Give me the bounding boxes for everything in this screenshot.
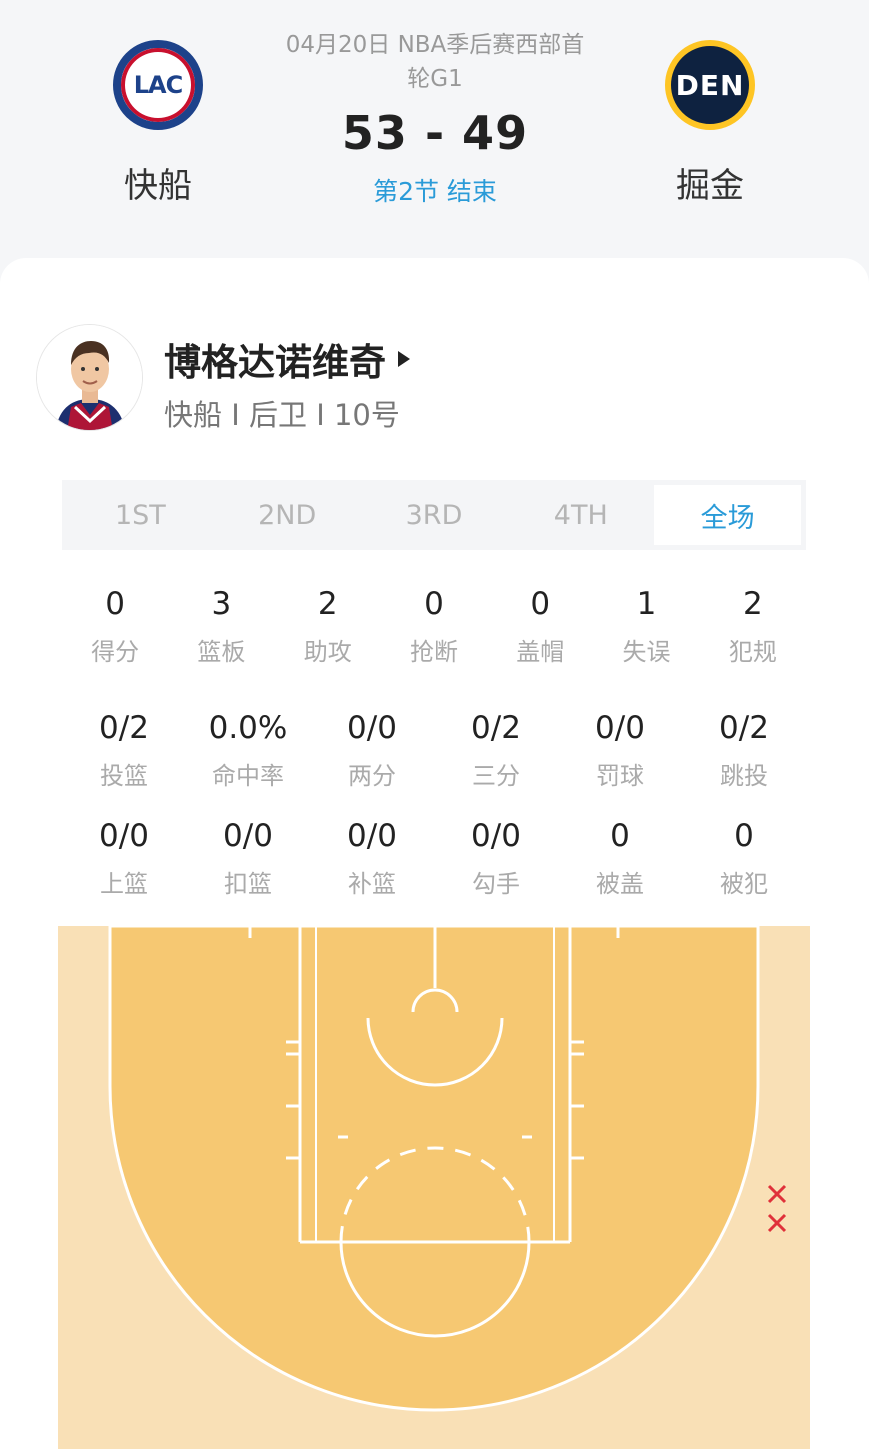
stat-label: 两分 [348,762,396,790]
tab-4th[interactable]: 4TH [507,485,654,545]
stat-value: 0/0 [347,818,397,854]
stat-fouled: 0 被犯 [682,818,806,899]
home-team-name: 快船 [124,166,192,206]
stat-label: 罚球 [596,762,644,790]
stat-value: 0/0 [99,818,149,854]
stat-value: 2 [742,586,763,622]
stat-blocks: 0 盖帽 [487,586,593,667]
stat-label: 勾手 [472,870,520,898]
stat-value: 0 [530,586,551,622]
player-avatar [36,324,143,431]
away-team[interactable]: DEN 掘金 [640,40,780,207]
stat-assists: 2 助攻 [275,586,381,667]
player-meta: 快船 I 后卫 I 10号 [164,398,400,432]
game-header: LAC 快船 04月20日 NBA季后赛西部首 轮G1 53 - 49 第2节 … [0,0,869,270]
stat-rebounds: 3 篮板 [168,586,274,667]
stat-label: 篮板 [197,638,246,666]
stat-steals: 0 抢断 [381,586,487,667]
stat-fouls: 2 犯规 [700,586,806,667]
stat-ft: 0/0 罚球 [558,710,682,791]
clippers-logo-icon: LAC [113,40,203,130]
player-stats-card: 博格达诺维奇 快船 I 后卫 I 10号 1ST 2ND 3RD 4TH 全场 … [0,258,869,1449]
tab-2nd[interactable]: 2ND [214,485,361,545]
stat-label: 被犯 [720,870,768,898]
stat-value: 1 [636,586,657,622]
stat-value: 0/0 [347,710,397,746]
stat-value: 0/2 [99,710,149,746]
stat-blocked: 0 被盖 [558,818,682,899]
stat-fg: 0/2 投篮 [62,710,186,791]
tab-3rd[interactable]: 3RD [361,485,508,545]
stat-label: 盖帽 [516,638,565,666]
stat-turnovers: 1 失误 [593,586,699,667]
tab-1st[interactable]: 1ST [67,485,214,545]
stat-value: 0/0 [595,710,645,746]
shot-chart-court [58,926,810,1449]
shooting-stats-row: 0/2 投篮 0.0% 命中率 0/0 两分 0/2 三分 0/0 罚球 0/2 跳投 [62,710,806,791]
match-date-line1: 04月20日 NBA季后赛西部首 [285,32,585,58]
stat-label: 犯规 [728,638,777,666]
stat-label: 助攻 [303,638,352,666]
stat-label: 跳投 [720,762,768,790]
period-status: 第2节 结束 [373,177,497,206]
home-team[interactable]: LAC 快船 [88,40,228,207]
basic-stats-row: 0 得分 3 篮板 2 助攻 0 抢断 0 盖帽 1 失误 2 犯规 [62,586,806,667]
period-tabs: 1ST 2ND 3RD 4TH 全场 [62,480,806,550]
stat-value: 0/2 [471,710,521,746]
caret-right-icon [398,351,410,367]
stat-value: 0/2 [719,710,769,746]
stat-points: 0 得分 [62,586,168,667]
stat-label: 得分 [91,638,140,666]
stat-label: 上篮 [100,870,148,898]
nuggets-logo-icon: DEN [665,40,755,130]
stat-label: 补篮 [348,870,396,898]
stat-dunk: 0/0 扣篮 [186,818,310,899]
stat-label: 被盖 [596,870,644,898]
stat-tipin: 0/0 补篮 [310,818,434,899]
stat-layup: 0/0 上篮 [62,818,186,899]
tab-full-game[interactable]: 全场 [654,485,801,545]
home-logo-text: LAC [133,71,183,99]
stat-label: 三分 [472,762,520,790]
player-portrait-icon [37,325,142,430]
stat-value: 0/0 [471,818,521,854]
stat-label: 抢断 [409,638,458,666]
player-name: 博格达诺维奇 [164,341,386,384]
stat-label: 扣篮 [224,870,272,898]
stat-value: 0 [424,586,444,622]
stat-value: 0.0% [208,710,288,746]
match-info: 04月20日 NBA季后赛西部首 轮G1 53 - 49 第2节 结束 [250,28,620,208]
stat-2pt: 0/0 两分 [310,710,434,791]
score: 53 - 49 [341,106,529,160]
match-date-line2: 轮G1 [407,66,463,92]
stat-value: 0 [734,818,754,854]
stat-value: 0 [105,586,125,622]
stat-value: 3 [211,586,232,622]
stat-value: 2 [317,586,338,622]
stat-label: 投篮 [100,762,148,790]
away-logo-text: DEN [675,68,745,102]
stat-3pt: 0/2 三分 [434,710,558,791]
stat-jumpshot: 0/2 跳投 [682,710,806,791]
player-name-link[interactable]: 博格达诺维奇 [164,332,410,386]
stat-fg-pct: 0.0% 命中率 [186,710,310,791]
detail-stats-row: 0/0 上篮 0/0 扣篮 0/0 补篮 0/0 勾手 0 被盖 0 被犯 [62,818,806,899]
player-header[interactable]: 博格达诺维奇 快船 I 后卫 I 10号 [36,324,826,434]
away-team-name: 掘金 [676,166,744,206]
stat-value: 0 [610,818,630,854]
stat-label: 失误 [622,638,671,666]
stat-label: 命中率 [212,762,284,790]
stat-hook: 0/0 勾手 [434,818,558,899]
stat-value: 0/0 [223,818,273,854]
